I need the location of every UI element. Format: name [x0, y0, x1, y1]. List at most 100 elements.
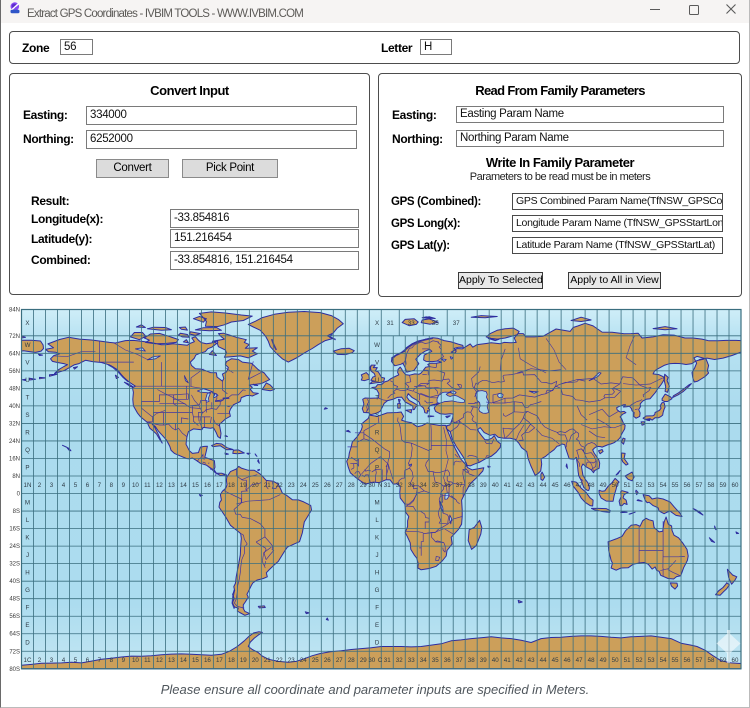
svg-text:24N: 24N: [9, 439, 20, 445]
svg-text:18: 18: [228, 482, 235, 489]
svg-text:40N: 40N: [9, 404, 20, 410]
svg-text:16S: 16S: [9, 527, 20, 533]
svg-text:10: 10: [132, 482, 139, 489]
svg-text:72N: 72N: [9, 334, 20, 340]
svg-text:43: 43: [528, 482, 535, 489]
svg-text:1C: 1C: [24, 657, 32, 664]
svg-text:22: 22: [276, 657, 283, 664]
svg-text:24: 24: [300, 657, 307, 664]
svg-text:41: 41: [504, 657, 511, 664]
svg-text:29: 29: [360, 482, 367, 489]
svg-text:16: 16: [204, 657, 211, 664]
svg-text:55: 55: [672, 482, 679, 489]
svg-text:14: 14: [180, 657, 187, 664]
svg-text:J: J: [26, 552, 29, 559]
svg-text:52: 52: [636, 482, 643, 489]
svg-text:31: 31: [387, 320, 394, 327]
svg-text:17: 17: [216, 482, 223, 489]
svg-text:G: G: [375, 587, 380, 594]
svg-text:25: 25: [312, 657, 319, 664]
svg-text:50: 50: [612, 657, 619, 664]
svg-text:32: 32: [396, 482, 403, 489]
svg-text:32S: 32S: [9, 562, 20, 568]
svg-text:54: 54: [660, 482, 667, 489]
svg-text:60: 60: [732, 482, 739, 489]
svg-text:54: 54: [660, 657, 667, 664]
svg-text:15: 15: [192, 482, 199, 489]
svg-text:0: 0: [17, 492, 21, 498]
svg-text:29: 29: [360, 657, 367, 664]
svg-text:56: 56: [684, 657, 691, 664]
svg-text:58: 58: [708, 657, 715, 664]
svg-text:35: 35: [432, 320, 439, 327]
svg-text:38: 38: [468, 657, 475, 664]
svg-text:S: S: [25, 412, 29, 419]
svg-text:10: 10: [132, 657, 139, 664]
svg-text:22: 22: [276, 482, 283, 489]
svg-text:M: M: [25, 500, 30, 507]
svg-text:27: 27: [336, 482, 343, 489]
svg-text:W: W: [374, 342, 380, 349]
svg-text:16: 16: [204, 482, 211, 489]
svg-text:2: 2: [38, 657, 42, 664]
svg-text:3: 3: [50, 482, 54, 489]
svg-text:59: 59: [720, 657, 727, 664]
svg-text:L: L: [26, 517, 30, 524]
svg-text:U: U: [25, 377, 29, 384]
svg-text:25: 25: [312, 482, 319, 489]
svg-text:5: 5: [74, 657, 78, 664]
svg-text:53: 53: [648, 657, 655, 664]
svg-text:1N: 1N: [24, 482, 32, 489]
svg-text:24: 24: [300, 482, 307, 489]
svg-text:57: 57: [696, 657, 703, 664]
svg-text:F: F: [375, 605, 379, 612]
svg-text:18: 18: [228, 657, 235, 664]
svg-text:24S: 24S: [9, 544, 20, 550]
svg-text:45: 45: [552, 657, 559, 664]
svg-text:8N: 8N: [12, 474, 20, 480]
svg-text:56S: 56S: [9, 614, 20, 620]
svg-text:P: P: [375, 464, 379, 471]
svg-text:8: 8: [110, 482, 114, 489]
svg-text:42: 42: [516, 657, 523, 664]
svg-text:13: 13: [168, 657, 175, 664]
svg-text:15: 15: [192, 657, 199, 664]
svg-text:S: S: [375, 412, 379, 419]
svg-text:H: H: [25, 570, 29, 577]
svg-text:60: 60: [732, 657, 739, 664]
svg-text:E: E: [375, 622, 379, 629]
svg-text:31: 31: [384, 482, 391, 489]
svg-text:19: 19: [240, 657, 247, 664]
svg-text:13: 13: [168, 482, 175, 489]
svg-text:5: 5: [74, 482, 78, 489]
svg-text:47: 47: [576, 482, 583, 489]
svg-text:6: 6: [86, 482, 90, 489]
svg-text:X: X: [375, 320, 379, 327]
svg-text:M: M: [375, 500, 380, 507]
svg-text:55: 55: [672, 657, 679, 664]
svg-text:8S: 8S: [13, 509, 20, 515]
svg-text:R: R: [25, 429, 30, 436]
svg-text:64S: 64S: [9, 632, 20, 638]
svg-text:4: 4: [62, 482, 66, 489]
svg-text:44: 44: [540, 657, 547, 664]
svg-text:F: F: [26, 605, 30, 612]
svg-text:56: 56: [684, 482, 691, 489]
svg-text:33: 33: [408, 657, 415, 664]
svg-text:W: W: [25, 342, 31, 349]
svg-text:49: 49: [600, 482, 607, 489]
svg-text:32: 32: [396, 657, 403, 664]
svg-text:84N: 84N: [9, 308, 20, 314]
svg-text:35: 35: [432, 657, 439, 664]
svg-text:21: 21: [264, 482, 271, 489]
svg-text:37: 37: [453, 320, 460, 327]
svg-text:12: 12: [156, 482, 163, 489]
svg-text:33: 33: [408, 482, 415, 489]
svg-text:L: L: [375, 517, 379, 524]
svg-text:46: 46: [564, 482, 571, 489]
svg-text:51: 51: [624, 657, 631, 664]
svg-text:R: R: [375, 429, 380, 436]
svg-text:11: 11: [144, 482, 151, 489]
svg-text:45: 45: [552, 482, 559, 489]
svg-text:47: 47: [576, 657, 583, 664]
